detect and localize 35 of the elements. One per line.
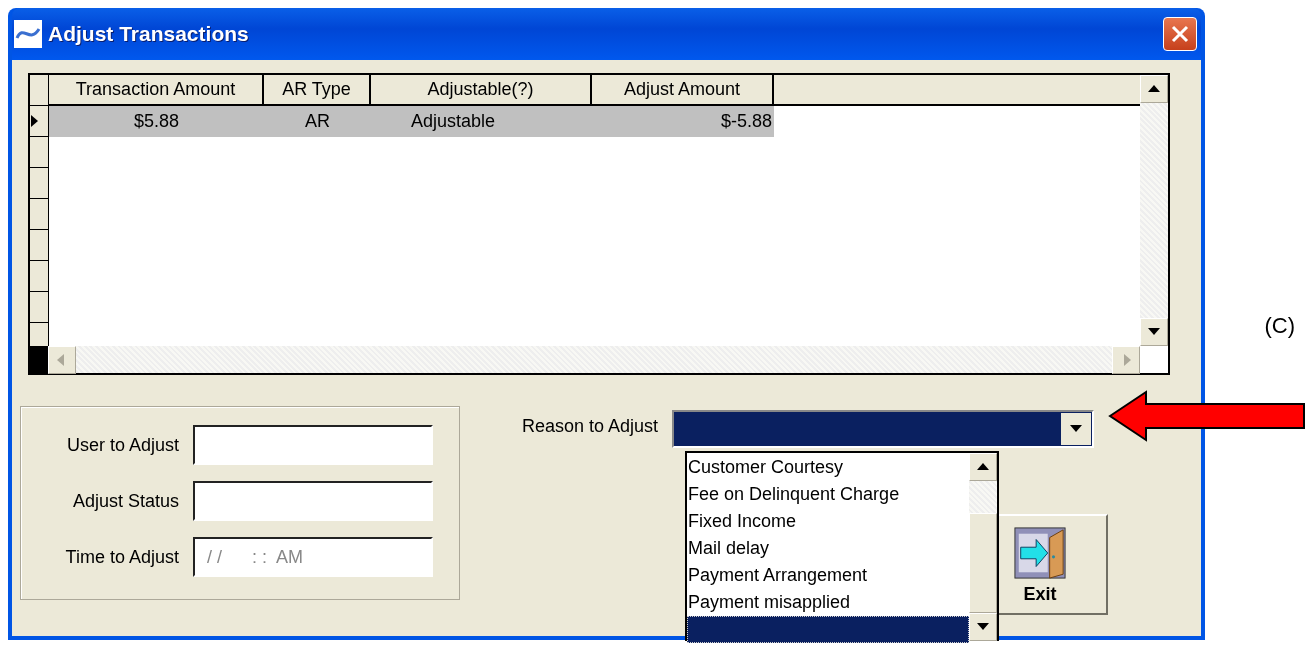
row-selector[interactable] — [30, 230, 49, 261]
input-field[interactable] — [193, 425, 433, 465]
input-field[interactable] — [193, 481, 433, 521]
column-header[interactable]: Adjust Amount — [592, 75, 774, 104]
row-selector[interactable] — [30, 292, 49, 323]
column-header[interactable]: Transaction Amount — [49, 75, 264, 104]
row-selector[interactable] — [30, 137, 49, 168]
horizontal-scrollbar[interactable] — [28, 346, 1140, 373]
row-selector[interactable] — [30, 261, 49, 292]
field-label: Adjust Status — [71, 490, 180, 512]
door-exit-icon — [1012, 526, 1068, 580]
list-option[interactable] — [687, 616, 969, 643]
row-selector[interactable] — [30, 106, 49, 137]
table-cell: $5.88 — [49, 106, 264, 137]
close-button[interactable] — [1163, 17, 1197, 51]
vertical-scrollbar[interactable] — [1140, 75, 1168, 346]
input-field[interactable]: / / : : AM — [193, 537, 433, 577]
app-icon — [14, 20, 42, 48]
table-cell: Adjustable — [371, 106, 592, 137]
window-title: Adjust Transactions — [48, 22, 250, 46]
table-cell: AR — [264, 106, 371, 137]
figure-label: (C) — [1264, 313, 1295, 339]
row-selector[interactable] — [30, 168, 49, 199]
row-selector[interactable] — [30, 199, 49, 230]
column-header[interactable]: AR Type — [264, 75, 371, 104]
column-header[interactable]: Adjustable(?) — [371, 75, 592, 104]
field-label: Reason to Adjust — [522, 415, 659, 437]
table-cell: $-5.88 — [592, 106, 774, 137]
reason-dropdown[interactable] — [672, 410, 1095, 448]
up-arrow-icon — [977, 461, 989, 473]
close-icon — [1170, 24, 1190, 44]
field-label: User to Adjust — [65, 434, 180, 456]
field-label: Time to Adjust — [64, 546, 180, 568]
up-arrow-icon — [1148, 83, 1160, 95]
vertical-scrollbar[interactable] — [969, 453, 997, 641]
